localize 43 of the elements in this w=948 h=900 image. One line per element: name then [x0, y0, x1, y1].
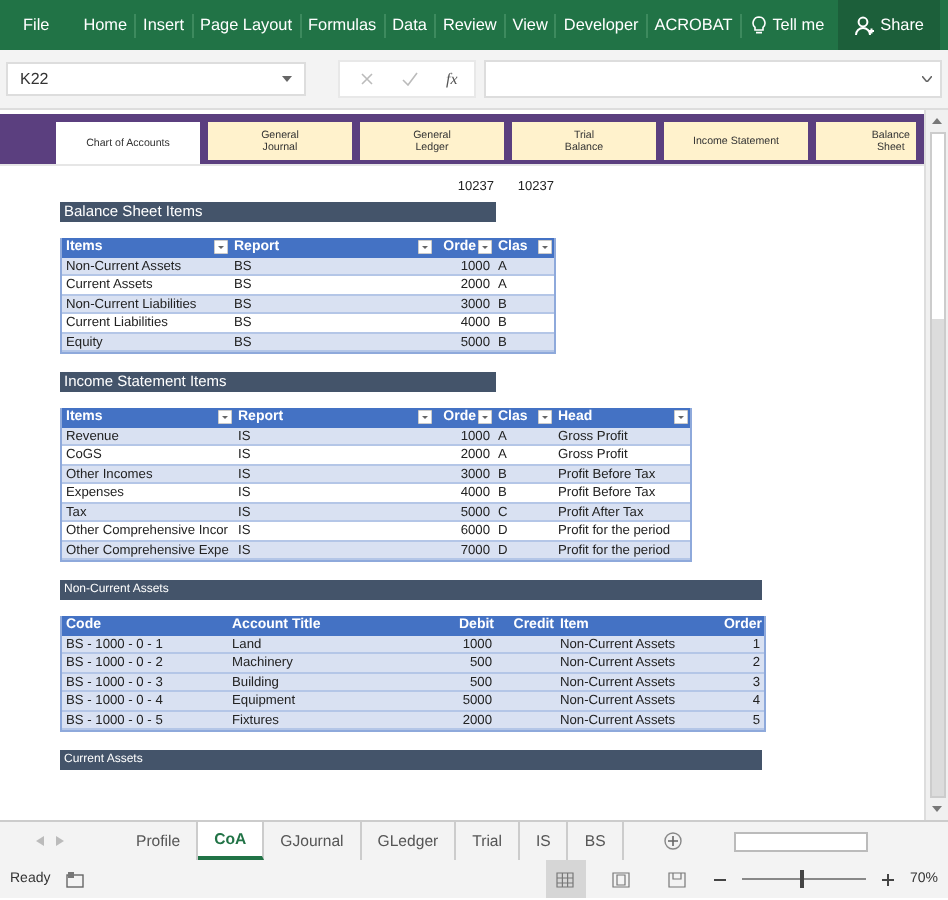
vertical-scrollbar[interactable]: [924, 110, 948, 820]
person-icon: [854, 15, 875, 35]
insert-function-button[interactable]: fx: [446, 70, 458, 88]
page-icon: [612, 871, 631, 887]
formula-input[interactable]: [483, 60, 942, 98]
filter-dropdown-icon[interactable]: [674, 410, 688, 425]
horizontal-scrollbar[interactable]: [733, 831, 868, 851]
filter-dropdown-icon[interactable]: [218, 410, 232, 425]
check-icon[interactable]: [402, 72, 418, 86]
name-box[interactable]: K22: [6, 62, 306, 96]
filter-dropdown-icon[interactable]: [418, 410, 432, 425]
filter-dropdown-icon[interactable]: [478, 410, 492, 425]
scrollbar-thumb[interactable]: [929, 132, 945, 798]
zoom-in-icon[interactable]: [881, 873, 894, 885]
tell-me-button[interactable]: Tell me: [745, 13, 832, 37]
ribbon-tab[interactable]: Insert: [136, 13, 194, 37]
macro-record-icon[interactable]: [66, 871, 85, 887]
grid-icon: [556, 871, 575, 887]
filter-dropdown-icon[interactable]: [538, 240, 552, 255]
view-mode-button[interactable]: [545, 860, 586, 898]
scroll-down-icon[interactable]: [932, 806, 942, 812]
filter-dropdown-icon[interactable]: [478, 240, 492, 255]
ribbon-tab[interactable]: Page Layout: [193, 13, 302, 37]
expand-icon: [922, 76, 932, 82]
ribbon-tab[interactable]: File: [16, 13, 57, 37]
ribbon-tab[interactable]: Review: [435, 13, 506, 37]
ribbon-tab[interactable]: Developer: [556, 13, 648, 37]
ribbon-tab[interactable]: Home: [76, 13, 137, 37]
ribbon-tab[interactable]: Formulas: [301, 13, 386, 37]
ribbon-tab[interactable]: View: [505, 13, 557, 37]
ribbon-tab[interactable]: ACROBAT: [647, 13, 742, 37]
zoom-out-icon[interactable]: [713, 873, 726, 885]
zoom-thumb[interactable]: [800, 870, 805, 888]
share-button[interactable]: Share: [838, 0, 940, 50]
lightbulb-icon: [752, 16, 767, 34]
ribbon-tab[interactable]: Data: [385, 13, 436, 37]
page-break-icon: [668, 871, 687, 887]
dropdown-icon: [282, 76, 292, 82]
scroll-up-icon[interactable]: [932, 118, 942, 124]
filter-dropdown-icon[interactable]: [538, 410, 552, 425]
filter-dropdown-icon[interactable]: [418, 240, 432, 255]
add-sheet-icon[interactable]: [663, 832, 682, 850]
filter-dropdown-icon[interactable]: [214, 240, 228, 255]
